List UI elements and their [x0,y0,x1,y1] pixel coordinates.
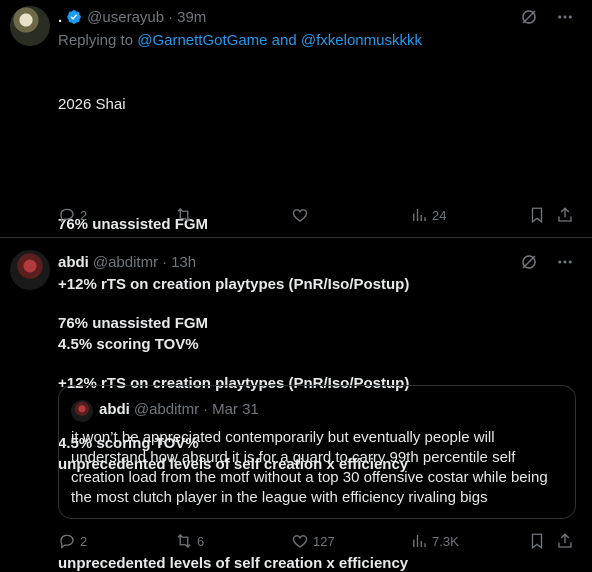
tweet-header: abdi @abditmr · 13h [58,253,197,271]
avatar[interactable] [10,250,50,290]
share-icon [558,207,572,222]
retweet-count: 6 [197,533,205,549]
reply-mention-1[interactable]: @GarnettGotGame [137,32,267,49]
tweet-1[interactable]: . @userayub · 39m Replying to @GarnettGo… [0,0,592,473]
quoted-author-name: abdi [99,401,130,418]
quoted-author-handle: @abditmr [133,401,200,418]
replying-to-label: Replying to [58,32,134,49]
reply-button[interactable]: 2 [58,532,87,550]
tweet-time[interactable]: 39m [177,9,206,26]
quoted-tweet-header: abdi @abditmr · Mar 31 [99,401,259,418]
like-count [313,208,317,223]
more-icon[interactable] [556,253,574,271]
like-button[interactable] [291,206,317,224]
tweet-line: 76% unassisted FGM [58,315,209,332]
retweet-icon [177,208,191,222]
quoted-line: the most clutch player in the league wit… [71,489,488,506]
bookmark-button[interactable] [528,532,546,550]
like-icon [292,535,308,548]
views-icon [413,535,426,547]
tweet-line: unprecedented levels of self creation x … [58,555,409,572]
views-icon [413,209,426,221]
avatar[interactable] [10,6,50,46]
reply-count: 2 [80,207,88,223]
tweet-time[interactable]: 13h [171,254,196,271]
retweet-icon [177,534,191,548]
author-handle[interactable]: @abditmr [93,254,158,271]
verified-badge-icon [67,10,82,24]
bookmark-icon [531,207,543,224]
share-button[interactable] [556,532,574,550]
views-button[interactable]: 24 [410,206,446,224]
reply-icon [60,534,74,549]
retweet-count [197,208,201,223]
views-button[interactable]: 7.3K [410,532,459,550]
bookmark-icon [531,533,543,550]
views-count: 7.3K [432,533,459,549]
author-handle[interactable]: @userayub [87,9,164,26]
more-icon[interactable] [556,8,574,26]
quoted-line: creation load from the motf without a to… [71,469,548,486]
author-name[interactable]: abdi [58,254,89,271]
quoted-tweet-text: it won’t be appreciated contemporarily b… [71,428,565,508]
like-button[interactable]: 127 [291,532,335,550]
action-bar: 2 6 127 7.3K [58,532,578,552]
share-icon [558,533,572,548]
tweet-line [58,155,409,175]
views-count: 24 [432,207,447,223]
like-count: 127 [313,533,335,549]
reply-mention-and[interactable]: and [272,32,297,49]
reply-button[interactable]: 2 [58,206,87,224]
retweet-button[interactable] [175,206,201,224]
like-icon [292,209,308,222]
tweet-header: . @userayub · 39m [58,8,207,26]
reply-mention-2[interactable]: @fxkelonmuskkkk [301,32,422,49]
grok-icon[interactable] [520,253,538,271]
retweet-button[interactable]: 6 [175,532,204,550]
quoted-line: it won’t be appreciated contemporarily b… [71,429,495,446]
replying-to: Replying to @GarnettGotGame and @fxkelon… [58,32,422,49]
bookmark-button[interactable] [528,206,546,224]
action-bar: 2 24 [58,206,578,226]
reply-icon [60,208,74,223]
quoted-tweet-date: Mar 31 [212,401,259,418]
quoted-tweet[interactable]: abdi @abditmr · Mar 31 it won’t be appre… [58,385,576,519]
share-button[interactable] [556,206,574,224]
avatar[interactable] [71,400,93,422]
reply-count: 2 [80,533,88,549]
author-name[interactable]: . [58,9,62,26]
grok-icon[interactable] [520,8,538,26]
quoted-line: understand how absurd it is for a guard … [71,449,516,466]
tweet-line: 2026 Shai [58,96,126,113]
